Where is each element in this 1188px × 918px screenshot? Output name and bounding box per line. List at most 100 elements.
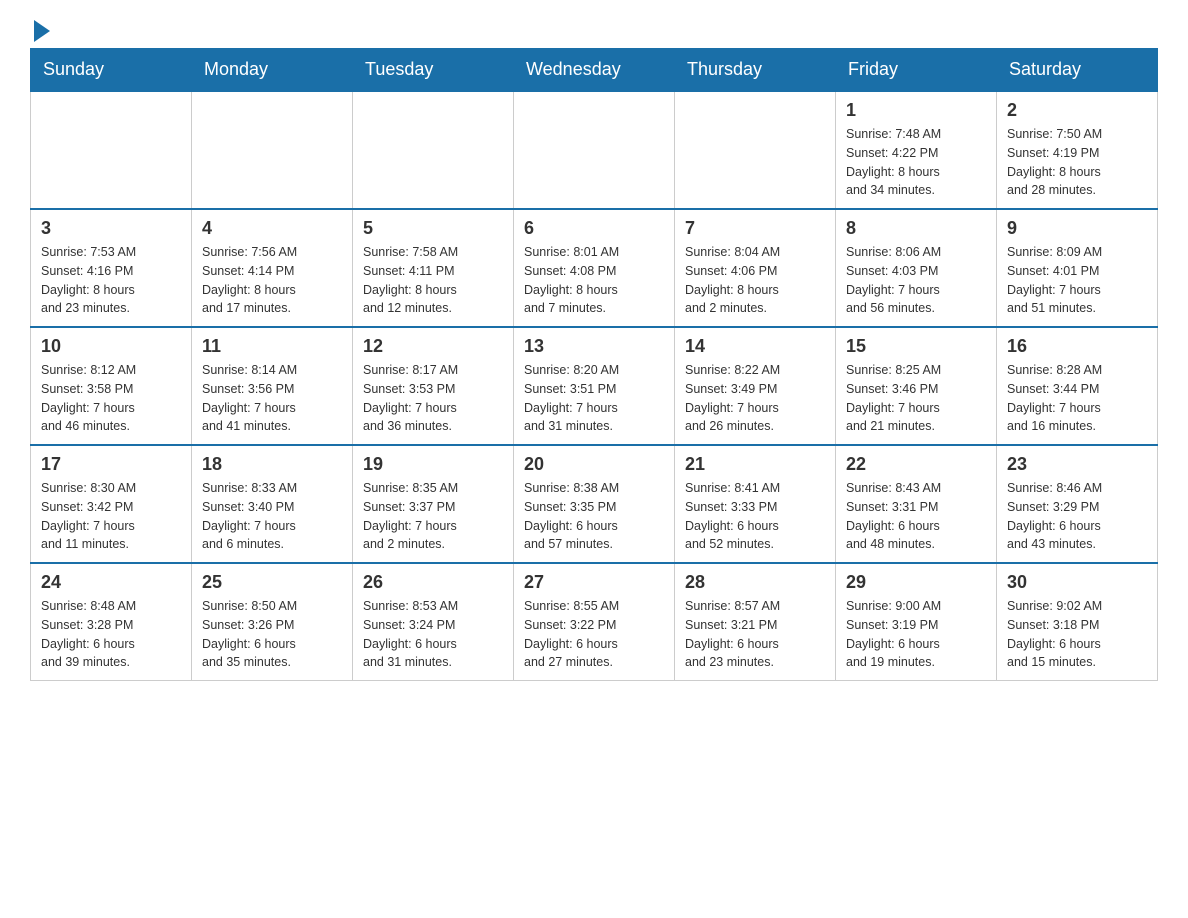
cell-sun-info: Sunrise: 8:09 AM Sunset: 4:01 PM Dayligh… xyxy=(1007,243,1147,318)
calendar-cell xyxy=(353,91,514,209)
cell-sun-info: Sunrise: 9:02 AM Sunset: 3:18 PM Dayligh… xyxy=(1007,597,1147,672)
logo-arrow-icon xyxy=(34,20,50,42)
cell-sun-info: Sunrise: 7:53 AM Sunset: 4:16 PM Dayligh… xyxy=(41,243,181,318)
calendar-cell: 17 Sunrise: 8:30 AM Sunset: 3:42 PM Dayli… xyxy=(31,445,192,563)
calendar-cell xyxy=(675,91,836,209)
cell-sun-info: Sunrise: 8:35 AM Sunset: 3:37 PM Dayligh… xyxy=(363,479,503,554)
cell-date-number: 13 xyxy=(524,336,664,357)
week-row-4: 17 Sunrise: 8:30 AM Sunset: 3:42 PM Dayli… xyxy=(31,445,1158,563)
cell-date-number: 11 xyxy=(202,336,342,357)
calendar-cell: 16 Sunrise: 8:28 AM Sunset: 3:44 PM Dayli… xyxy=(997,327,1158,445)
calendar-cell: 6 Sunrise: 8:01 AM Sunset: 4:08 PM Daylig… xyxy=(514,209,675,327)
calendar-cell: 23 Sunrise: 8:46 AM Sunset: 3:29 PM Dayli… xyxy=(997,445,1158,563)
cell-date-number: 10 xyxy=(41,336,181,357)
week-row-1: 1 Sunrise: 7:48 AM Sunset: 4:22 PM Daylig… xyxy=(31,91,1158,209)
cell-date-number: 23 xyxy=(1007,454,1147,475)
cell-sun-info: Sunrise: 8:28 AM Sunset: 3:44 PM Dayligh… xyxy=(1007,361,1147,436)
weekday-header-row: SundayMondayTuesdayWednesdayThursdayFrid… xyxy=(31,49,1158,92)
week-row-3: 10Sunrise: 8:12 AM Sunset: 3:58 PM Dayli… xyxy=(31,327,1158,445)
calendar-cell: 11 Sunrise: 8:14 AM Sunset: 3:56 PM Dayli… xyxy=(192,327,353,445)
cell-date-number: 22 xyxy=(846,454,986,475)
cell-date-number: 6 xyxy=(524,218,664,239)
calendar-cell: 4 Sunrise: 7:56 AM Sunset: 4:14 PM Daylig… xyxy=(192,209,353,327)
cell-sun-info: Sunrise: 8:17 AM Sunset: 3:53 PM Dayligh… xyxy=(363,361,503,436)
calendar-cell: 29Sunrise: 9:00 AM Sunset: 3:19 PM Dayli… xyxy=(836,563,997,681)
cell-date-number: 17 xyxy=(41,454,181,475)
cell-sun-info: Sunrise: 8:57 AM Sunset: 3:21 PM Dayligh… xyxy=(685,597,825,672)
calendar-cell: 7 Sunrise: 8:04 AM Sunset: 4:06 PM Daylig… xyxy=(675,209,836,327)
cell-sun-info: Sunrise: 8:14 AM Sunset: 3:56 PM Dayligh… xyxy=(202,361,342,436)
cell-date-number: 16 xyxy=(1007,336,1147,357)
weekday-header-saturday: Saturday xyxy=(997,49,1158,92)
weekday-header-friday: Friday xyxy=(836,49,997,92)
calendar-cell xyxy=(514,91,675,209)
calendar-cell: 10Sunrise: 8:12 AM Sunset: 3:58 PM Dayli… xyxy=(31,327,192,445)
cell-sun-info: Sunrise: 8:55 AM Sunset: 3:22 PM Dayligh… xyxy=(524,597,664,672)
calendar-cell: 22 Sunrise: 8:43 AM Sunset: 3:31 PM Dayli… xyxy=(836,445,997,563)
cell-sun-info: Sunrise: 8:53 AM Sunset: 3:24 PM Dayligh… xyxy=(363,597,503,672)
weekday-header-sunday: Sunday xyxy=(31,49,192,92)
cell-date-number: 14 xyxy=(685,336,825,357)
logo-line1 xyxy=(30,20,50,42)
weekday-header-monday: Monday xyxy=(192,49,353,92)
page-header xyxy=(30,20,1158,38)
cell-sun-info: Sunrise: 8:33 AM Sunset: 3:40 PM Dayligh… xyxy=(202,479,342,554)
cell-date-number: 18 xyxy=(202,454,342,475)
week-row-2: 3 Sunrise: 7:53 AM Sunset: 4:16 PM Daylig… xyxy=(31,209,1158,327)
cell-sun-info: Sunrise: 8:06 AM Sunset: 4:03 PM Dayligh… xyxy=(846,243,986,318)
cell-sun-info: Sunrise: 9:00 AM Sunset: 3:19 PM Dayligh… xyxy=(846,597,986,672)
cell-date-number: 19 xyxy=(363,454,503,475)
cell-date-number: 24 xyxy=(41,572,181,593)
calendar-cell: 24 Sunrise: 8:48 AM Sunset: 3:28 PM Dayli… xyxy=(31,563,192,681)
cell-sun-info: Sunrise: 8:43 AM Sunset: 3:31 PM Dayligh… xyxy=(846,479,986,554)
calendar-cell: 27 Sunrise: 8:55 AM Sunset: 3:22 PM Dayli… xyxy=(514,563,675,681)
calendar-cell: 20 Sunrise: 8:38 AM Sunset: 3:35 PM Dayli… xyxy=(514,445,675,563)
calendar-cell: 28Sunrise: 8:57 AM Sunset: 3:21 PM Dayli… xyxy=(675,563,836,681)
calendar-cell: 25Sunrise: 8:50 AM Sunset: 3:26 PM Dayli… xyxy=(192,563,353,681)
cell-sun-info: Sunrise: 7:50 AM Sunset: 4:19 PM Dayligh… xyxy=(1007,125,1147,200)
cell-sun-info: Sunrise: 8:48 AM Sunset: 3:28 PM Dayligh… xyxy=(41,597,181,672)
cell-date-number: 1 xyxy=(846,100,986,121)
calendar-cell xyxy=(31,91,192,209)
cell-sun-info: Sunrise: 8:25 AM Sunset: 3:46 PM Dayligh… xyxy=(846,361,986,436)
calendar-cell: 1 Sunrise: 7:48 AM Sunset: 4:22 PM Daylig… xyxy=(836,91,997,209)
cell-date-number: 12 xyxy=(363,336,503,357)
cell-sun-info: Sunrise: 7:48 AM Sunset: 4:22 PM Dayligh… xyxy=(846,125,986,200)
logo xyxy=(30,20,50,38)
calendar-cell: 5Sunrise: 7:58 AM Sunset: 4:11 PM Daylig… xyxy=(353,209,514,327)
cell-date-number: 30 xyxy=(1007,572,1147,593)
calendar-cell xyxy=(192,91,353,209)
cell-sun-info: Sunrise: 8:50 AM Sunset: 3:26 PM Dayligh… xyxy=(202,597,342,672)
cell-sun-info: Sunrise: 8:46 AM Sunset: 3:29 PM Dayligh… xyxy=(1007,479,1147,554)
cell-date-number: 3 xyxy=(41,218,181,239)
cell-date-number: 20 xyxy=(524,454,664,475)
calendar-cell: 15 Sunrise: 8:25 AM Sunset: 3:46 PM Dayli… xyxy=(836,327,997,445)
weekday-header-tuesday: Tuesday xyxy=(353,49,514,92)
cell-sun-info: Sunrise: 8:38 AM Sunset: 3:35 PM Dayligh… xyxy=(524,479,664,554)
calendar-table: SundayMondayTuesdayWednesdayThursdayFrid… xyxy=(30,48,1158,681)
weekday-header-wednesday: Wednesday xyxy=(514,49,675,92)
calendar-cell: 9Sunrise: 8:09 AM Sunset: 4:01 PM Daylig… xyxy=(997,209,1158,327)
calendar-cell: 12 Sunrise: 8:17 AM Sunset: 3:53 PM Dayli… xyxy=(353,327,514,445)
cell-date-number: 27 xyxy=(524,572,664,593)
calendar-cell: 3 Sunrise: 7:53 AM Sunset: 4:16 PM Daylig… xyxy=(31,209,192,327)
cell-date-number: 4 xyxy=(202,218,342,239)
cell-sun-info: Sunrise: 8:01 AM Sunset: 4:08 PM Dayligh… xyxy=(524,243,664,318)
cell-sun-info: Sunrise: 8:22 AM Sunset: 3:49 PM Dayligh… xyxy=(685,361,825,436)
calendar-cell: 26 Sunrise: 8:53 AM Sunset: 3:24 PM Dayli… xyxy=(353,563,514,681)
cell-date-number: 26 xyxy=(363,572,503,593)
cell-sun-info: Sunrise: 8:04 AM Sunset: 4:06 PM Dayligh… xyxy=(685,243,825,318)
calendar-cell: 14 Sunrise: 8:22 AM Sunset: 3:49 PM Dayli… xyxy=(675,327,836,445)
cell-date-number: 8 xyxy=(846,218,986,239)
cell-sun-info: Sunrise: 8:30 AM Sunset: 3:42 PM Dayligh… xyxy=(41,479,181,554)
calendar-cell: 19 Sunrise: 8:35 AM Sunset: 3:37 PM Dayli… xyxy=(353,445,514,563)
cell-sun-info: Sunrise: 7:56 AM Sunset: 4:14 PM Dayligh… xyxy=(202,243,342,318)
cell-date-number: 15 xyxy=(846,336,986,357)
calendar-cell: 30 Sunrise: 9:02 AM Sunset: 3:18 PM Dayli… xyxy=(997,563,1158,681)
cell-date-number: 7 xyxy=(685,218,825,239)
calendar-cell: 13 Sunrise: 8:20 AM Sunset: 3:51 PM Dayli… xyxy=(514,327,675,445)
cell-date-number: 5 xyxy=(363,218,503,239)
cell-sun-info: Sunrise: 8:20 AM Sunset: 3:51 PM Dayligh… xyxy=(524,361,664,436)
week-row-5: 24 Sunrise: 8:48 AM Sunset: 3:28 PM Dayli… xyxy=(31,563,1158,681)
cell-date-number: 2 xyxy=(1007,100,1147,121)
